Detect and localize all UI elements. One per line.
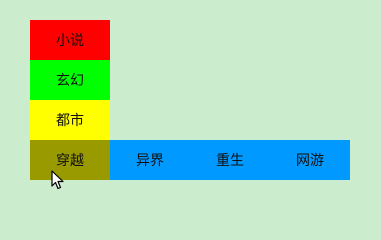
submenu-item-label: 重生 (216, 153, 244, 169)
submenu-item-label: 异界 (136, 153, 164, 169)
category-menu: 小说 玄幻 都市 穿越 (30, 20, 110, 180)
menu-item-label: 穿越 (56, 153, 84, 169)
menu-item-label: 都市 (56, 113, 84, 129)
menu-item-fantasy[interactable]: 玄幻 (30, 60, 110, 100)
menu-item-novel[interactable]: 小说 (30, 20, 110, 60)
menu-item-label: 玄幻 (56, 73, 84, 89)
submenu-item-label: 网游 (296, 153, 324, 169)
mouse-pointer-icon (51, 170, 65, 190)
time-travel-submenu: 异界 重生 网游 (110, 140, 350, 180)
submenu-item-otherworld[interactable]: 异界 (110, 140, 190, 180)
menu-item-label: 小说 (56, 33, 84, 49)
submenu-item-rebirth[interactable]: 重生 (190, 140, 270, 180)
menu-item-time-travel[interactable]: 穿越 (30, 140, 110, 180)
menu-item-urban[interactable]: 都市 (30, 100, 110, 140)
submenu-item-online-game[interactable]: 网游 (270, 140, 350, 180)
